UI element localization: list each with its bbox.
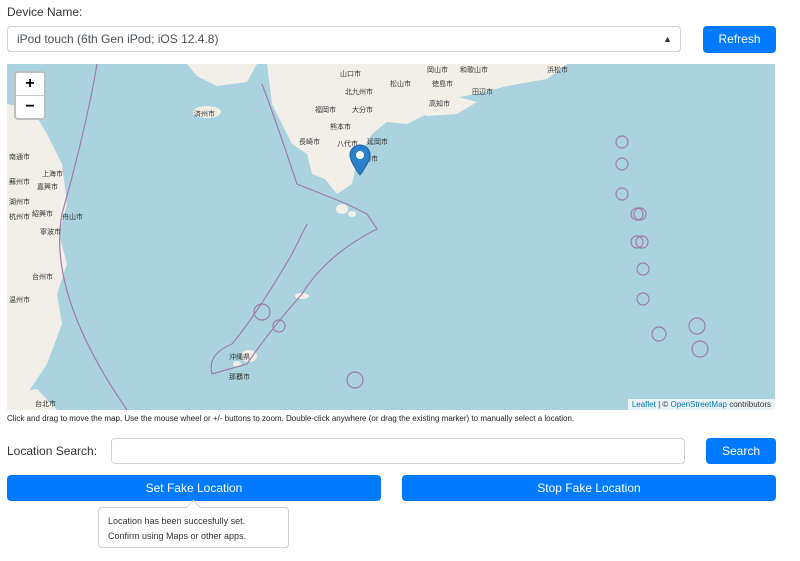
map-instructions: Click and drag to move the map. Use the … (7, 414, 575, 423)
svg-text:浜松市: 浜松市 (547, 65, 568, 74)
map-view[interactable]: 山口市 岡山市 和歌山市 浜松市 北九州市 松山市 徳島市 福岡市 大分市 高知… (7, 64, 775, 410)
location-search-label: Location Search: (7, 444, 98, 458)
svg-text:嘉興市: 嘉興市 (37, 182, 58, 191)
svg-text:北九州市: 北九州市 (345, 87, 373, 96)
svg-text:南通市: 南通市 (9, 152, 30, 161)
attribution-separator: | © (655, 400, 671, 409)
device-select[interactable]: iPod touch (6th Gen iPod; iOS 12.4.8) ▲ (7, 26, 681, 52)
stop-fake-location-button[interactable]: Stop Fake Location (402, 475, 776, 501)
leaflet-link[interactable]: Leaflet (632, 400, 656, 409)
svg-text:那覇市: 那覇市 (229, 372, 250, 381)
svg-text:徳島市: 徳島市 (432, 79, 453, 88)
osm-link[interactable]: OpenStreetMap (670, 400, 726, 409)
device-select-value: iPod touch (6th Gen iPod; iOS 12.4.8) (17, 32, 219, 46)
svg-text:松山市: 松山市 (390, 79, 411, 88)
svg-text:長崎市: 長崎市 (299, 137, 320, 146)
svg-text:上海市: 上海市 (42, 169, 63, 178)
svg-text:熊本市: 熊本市 (330, 122, 351, 131)
map-tiles: 山口市 岡山市 和歌山市 浜松市 北九州市 松山市 徳島市 福岡市 大分市 高知… (7, 64, 775, 410)
svg-text:紹興市: 紹興市 (32, 209, 53, 218)
svg-text:田辺市: 田辺市 (472, 87, 493, 96)
svg-text:温州市: 温州市 (9, 295, 30, 304)
tooltip-line-1: Location has been succesfully set. (108, 516, 246, 526)
svg-text:岡山市: 岡山市 (427, 65, 448, 74)
zoom-out-button[interactable]: − (16, 96, 44, 118)
attribution-tail: contributors (726, 400, 771, 409)
tooltip-line-2: Confirm using Maps or other apps. (108, 531, 247, 541)
svg-text:大分市: 大分市 (352, 105, 373, 114)
device-name-label: Device Name: (7, 5, 83, 19)
svg-text:福岡市: 福岡市 (315, 105, 336, 114)
svg-text:杭州市: 杭州市 (9, 212, 30, 221)
location-marker-icon[interactable] (349, 144, 371, 176)
select-caret-icon: ▲ (663, 34, 672, 44)
status-tooltip: Location has been succesfully set. Confi… (98, 499, 289, 548)
svg-text:台北市: 台北市 (35, 399, 56, 408)
tooltip-arrow (185, 499, 202, 516)
zoom-in-button[interactable]: + (16, 73, 44, 96)
svg-text:舟山市: 舟山市 (62, 212, 83, 221)
svg-text:湖州市: 湖州市 (9, 197, 30, 206)
zoom-control: + − (14, 71, 46, 120)
svg-text:済州市: 済州市 (194, 109, 215, 118)
svg-text:高知市: 高知市 (429, 99, 450, 108)
location-search-input[interactable] (111, 438, 685, 464)
svg-text:蘇州市: 蘇州市 (9, 177, 30, 186)
set-fake-location-button[interactable]: Set Fake Location (7, 475, 381, 501)
svg-text:和歌山市: 和歌山市 (460, 65, 488, 74)
refresh-button[interactable]: Refresh (703, 26, 776, 53)
svg-text:寧波市: 寧波市 (40, 227, 61, 236)
svg-text:台州市: 台州市 (32, 272, 53, 281)
map-attribution: Leaflet | © OpenStreetMap contributors (627, 399, 775, 410)
search-button[interactable]: Search (706, 438, 776, 464)
svg-text:沖縄県: 沖縄県 (229, 352, 250, 361)
svg-text:山口市: 山口市 (340, 69, 361, 78)
